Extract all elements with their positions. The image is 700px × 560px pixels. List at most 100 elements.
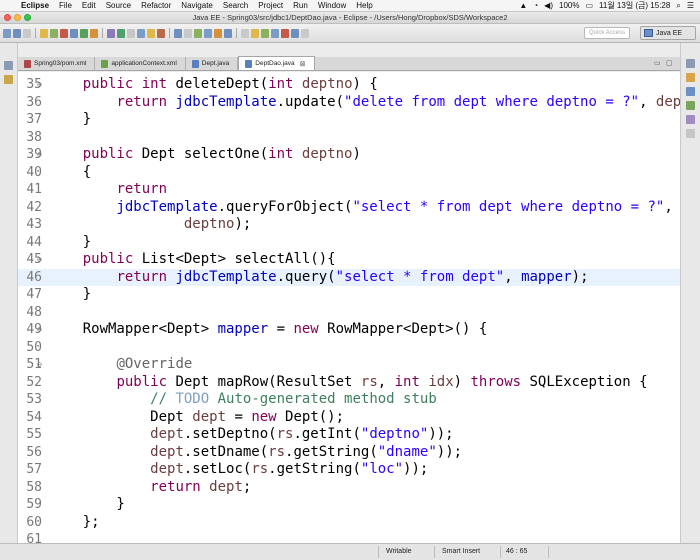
code-line[interactable]: 38 (18, 129, 680, 147)
back-icon[interactable] (204, 28, 212, 38)
dropbox-icon[interactable]: ▲ (519, 1, 527, 10)
toggle-mark-icon[interactable] (251, 28, 259, 38)
code-line[interactable]: 51 ⊖ @Override (18, 356, 680, 374)
search-icon[interactable] (127, 28, 135, 38)
tab-deptdao-java[interactable]: DeptDao.java ⊠ (238, 56, 315, 70)
menu-help[interactable]: Help (351, 1, 377, 10)
coverage-icon[interactable] (117, 28, 125, 38)
forward-icon[interactable] (214, 28, 222, 38)
code-line[interactable]: 40 { (18, 164, 680, 182)
last-edit-icon[interactable] (241, 28, 249, 38)
block-select-icon[interactable] (271, 28, 279, 38)
menu-navigate[interactable]: Navigate (176, 1, 218, 10)
menu-run[interactable]: Run (288, 1, 313, 10)
fold-toggle-icon[interactable]: ⊖ (37, 76, 42, 94)
menu-project[interactable]: Project (253, 1, 288, 10)
outline-icon[interactable] (686, 87, 695, 96)
run-ant-icon[interactable] (50, 28, 58, 38)
code-line[interactable]: 48 (18, 304, 680, 322)
fold-toggle-icon[interactable]: ⊖ (37, 251, 42, 269)
menu-window[interactable]: Window (313, 1, 351, 10)
code-line[interactable]: 55 dept.setDeptno(rs.getInt("deptno")); (18, 426, 680, 444)
close-tab-icon[interactable]: ⊠ (300, 60, 306, 68)
code-line[interactable]: 37 } (18, 111, 680, 129)
menu-refactor[interactable]: Refactor (136, 1, 176, 10)
status-insert-mode[interactable]: Smart Insert (442, 548, 480, 555)
code-line[interactable]: 41 return (18, 181, 680, 199)
restore-view-icon[interactable] (4, 61, 13, 70)
close-window-button[interactable] (4, 14, 11, 21)
code-line[interactable]: 54 Dept dept = new Dept(); (18, 409, 680, 427)
code-line[interactable]: 52 public Dept mapRow(ResultSet rs, int … (18, 374, 680, 392)
code-line[interactable]: 60 }; (18, 514, 680, 532)
run-icon[interactable] (90, 28, 98, 38)
print-icon[interactable] (23, 28, 31, 38)
code-line[interactable]: 49 ⊖ RowMapper<Dept> mapper = new RowMapp… (18, 321, 680, 339)
tab-dept-java[interactable]: Dept.java (186, 57, 239, 70)
debug-icon[interactable] (80, 28, 88, 38)
quick-access-input[interactable]: Quick Access (584, 27, 630, 39)
spotlight-icon[interactable]: ⌕ (676, 1, 680, 11)
code-line[interactable]: 53 // TODO Auto-generated method stub (18, 391, 680, 409)
app-menu[interactable]: Eclipse (16, 1, 54, 10)
fold-toggle-icon[interactable]: ⊖ (37, 356, 42, 374)
tab-pom-xml[interactable]: Spring03/pom.xml (18, 57, 96, 70)
minimize-window-button[interactable] (14, 14, 21, 21)
fold-toggle-icon[interactable]: ⊖ (37, 321, 42, 339)
menu-source[interactable]: Source (101, 1, 136, 10)
battery-icon[interactable]: ▭ (585, 1, 593, 10)
open-type-icon[interactable] (40, 28, 48, 38)
show-whitespace-icon[interactable] (291, 28, 299, 38)
code-line[interactable]: 56 dept.setDname(rs.getString("dname")); (18, 444, 680, 462)
volume-icon[interactable]: ◀) (544, 1, 553, 10)
package-explorer-icon[interactable] (4, 75, 13, 84)
restore-view-icon[interactable] (686, 59, 695, 68)
server-icon[interactable] (60, 28, 68, 38)
code-line[interactable]: 45 ⊖ public List<Dept> selectAll(){ (18, 251, 680, 269)
new-package-icon[interactable] (147, 28, 155, 38)
code-line[interactable]: 39 ⊖ public Dept selectOne(int deptno) (18, 146, 680, 164)
code-line[interactable]: 35 ⊖ public int deleteDept(int deptno) { (18, 76, 680, 94)
open-task-icon[interactable] (137, 28, 145, 38)
code-line[interactable]: 43 deptno); (18, 216, 680, 234)
open-perspective-icon[interactable] (174, 28, 182, 38)
code-line[interactable]: 58 return dept; (18, 479, 680, 497)
fold-toggle-icon[interactable]: ⊖ (37, 146, 42, 164)
menu-search[interactable]: Search (218, 1, 253, 10)
maximize-editor-icon[interactable]: ▢ (666, 59, 673, 67)
code-line[interactable]: 42 jdbcTemplate.queryForObject("select *… (18, 199, 680, 217)
java-editor[interactable]: 35 ⊖ public int deleteDept(int deptno) {3… (18, 72, 680, 543)
minimize-editor-icon[interactable]: ▭ (654, 59, 661, 67)
zoom-window-button[interactable] (24, 14, 31, 21)
servers-icon[interactable] (686, 129, 695, 138)
code-line[interactable]: 36 return jdbcTemplate.update("delete fr… (18, 94, 680, 112)
external-tools-icon[interactable] (107, 28, 115, 38)
notification-center-icon[interactable]: ☰ (687, 1, 694, 10)
code-line[interactable]: 46 return jdbcTemplate.query("select * f… (18, 268, 680, 286)
new-icon[interactable] (3, 28, 11, 38)
battery-label[interactable]: 100% (559, 1, 579, 10)
code-line[interactable]: 44 } (18, 234, 680, 252)
code-line[interactable]: 50 (18, 339, 680, 357)
word-wrap-icon[interactable] (261, 28, 269, 38)
properties-icon[interactable] (686, 115, 695, 124)
markers-icon[interactable] (686, 101, 695, 110)
wifi-icon[interactable]: ◔ (533, 1, 538, 10)
menu-edit[interactable]: Edit (77, 1, 101, 10)
code-line[interactable]: 47 } (18, 286, 680, 304)
code-line[interactable]: 57 dept.setLoc(rs.getString("loc")); (18, 461, 680, 479)
new-java-icon[interactable] (70, 28, 78, 38)
more-icon[interactable] (301, 28, 309, 38)
tab-application-context[interactable]: applicationContext.xml (95, 57, 186, 70)
pin-editor-icon[interactable] (224, 28, 232, 38)
datetime-label[interactable]: 11월 13일 (금) 15:28 (599, 0, 670, 11)
task-list-icon[interactable] (686, 73, 695, 82)
annotation-prev-icon[interactable] (194, 28, 202, 38)
new-class-icon[interactable] (157, 28, 165, 38)
annotation-next-icon[interactable] (184, 28, 192, 38)
code-line[interactable]: 59 } (18, 496, 680, 514)
code-line[interactable]: 61 (18, 531, 680, 543)
menu-file[interactable]: File (54, 1, 77, 10)
save-icon[interactable] (13, 28, 21, 38)
perspective-button-javaee[interactable]: Java EE (640, 26, 696, 40)
